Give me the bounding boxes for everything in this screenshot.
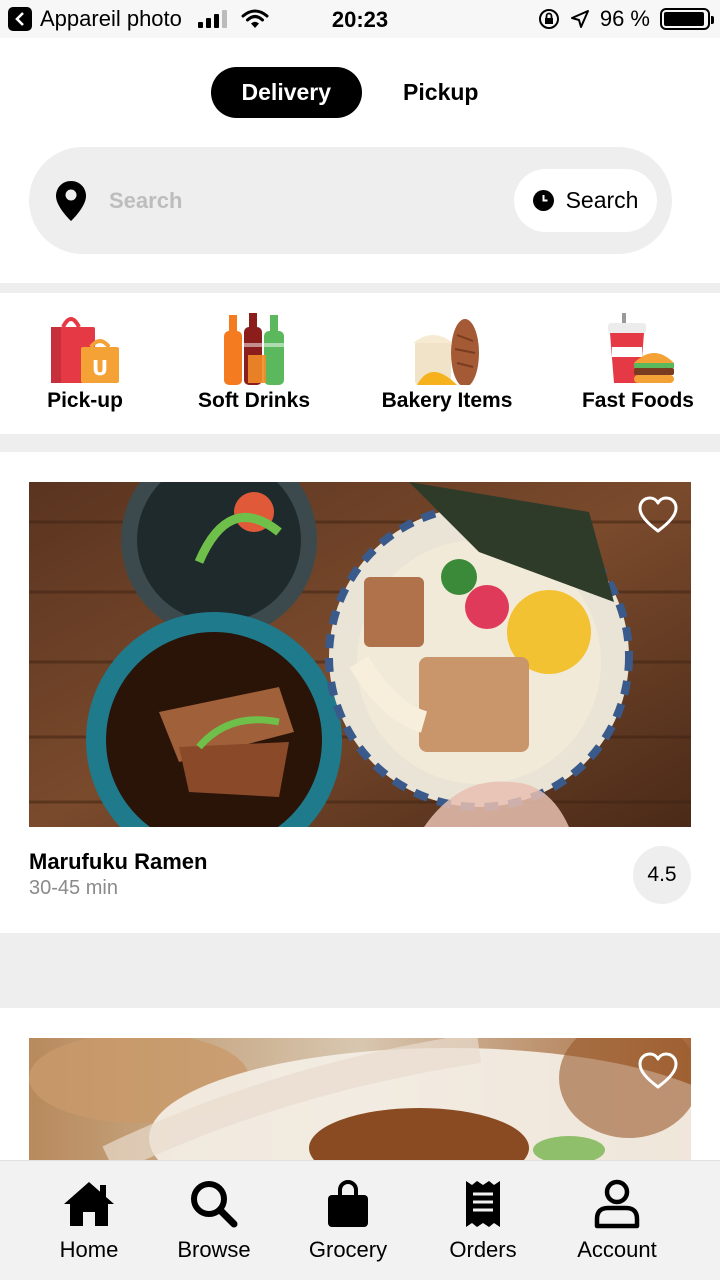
category-bakery-items[interactable]: Bakery Items [374, 293, 520, 434]
search-bar: Search [29, 147, 672, 254]
battery-percent: 96 % [599, 6, 650, 31]
delivery-tab[interactable]: Delivery [210, 67, 363, 118]
tab-label: Browse [177, 1237, 251, 1262]
search-button-label: Search [565, 187, 639, 213]
home-icon [64, 1182, 114, 1226]
section-divider [0, 434, 720, 452]
section-divider [0, 933, 720, 1008]
category-label: Fast Foods [581, 389, 694, 412]
tab-orders[interactable]: Orders [441, 1179, 525, 1263]
status-bar: Appareil photo 20:23 96 % [0, 0, 720, 38]
tab-label: Grocery [308, 1237, 388, 1262]
delivery-mode-toggle: Delivery Pickup [0, 67, 720, 118]
restaurant-name[interactable]: Marufuku Ramen [29, 849, 207, 875]
location-pin-icon[interactable] [55, 180, 87, 222]
orientation-lock-icon [538, 9, 559, 29]
wifi-icon [241, 9, 269, 28]
category-label: Bakery Items [381, 389, 513, 412]
tab-account[interactable]: Account [568, 1179, 666, 1263]
shopping-bag-icon [328, 1180, 368, 1227]
location-arrow-icon [570, 10, 589, 28]
shopping-bags-icon: U [51, 317, 119, 383]
svg-text:U: U [92, 356, 108, 380]
rating-badge: 4.5 [633, 846, 691, 904]
favorite-heart-icon[interactable] [637, 496, 679, 534]
favorite-heart-icon[interactable] [637, 1052, 679, 1090]
category-label: Soft Drinks [197, 389, 310, 412]
schedule-search-button[interactable]: Search [514, 169, 657, 232]
back-app-label[interactable]: Appareil photo [40, 6, 182, 32]
ramen-bowls-photo [29, 482, 691, 827]
person-icon [594, 1179, 640, 1229]
battery-icon [660, 8, 714, 30]
tab-browse[interactable]: Browse [168, 1179, 260, 1263]
tab-grocery[interactable]: Grocery [302, 1179, 394, 1263]
category-row: U Pick-up Soft Drinks Bakery Items Fast … [0, 293, 720, 434]
receipt-icon [466, 1181, 500, 1227]
tab-label: Account [577, 1237, 657, 1262]
back-to-app-icon[interactable] [8, 7, 32, 31]
clock-icon [532, 190, 554, 211]
category-pick-up[interactable]: U Pick-up [30, 293, 140, 434]
delivery-time: 30-45 min [29, 877, 118, 899]
tab-label: Home [59, 1237, 119, 1262]
category-label: Pick-up [47, 389, 123, 412]
fried-food-photo [29, 1038, 691, 1160]
section-divider [0, 283, 720, 293]
search-input[interactable] [109, 187, 469, 214]
tab-label: Orders [449, 1237, 517, 1262]
category-fast-foods[interactable]: Fast Foods [578, 293, 698, 434]
tab-home[interactable]: Home [49, 1179, 129, 1263]
search-icon [191, 1181, 238, 1228]
signal-icon [197, 10, 227, 28]
restaurant-photo[interactable] [29, 482, 691, 827]
soda-bottles-icon [224, 313, 284, 385]
pickup-tab[interactable]: Pickup [372, 67, 509, 118]
bottom-tab-bar: Home Browse Grocery Orders Account [0, 1160, 720, 1280]
category-soft-drinks[interactable]: Soft Drinks [192, 293, 316, 434]
battery-fill [664, 12, 705, 26]
burger-drink-icon [608, 313, 674, 383]
bread-icon [413, 319, 479, 385]
restaurant-photo[interactable] [29, 1038, 691, 1160]
